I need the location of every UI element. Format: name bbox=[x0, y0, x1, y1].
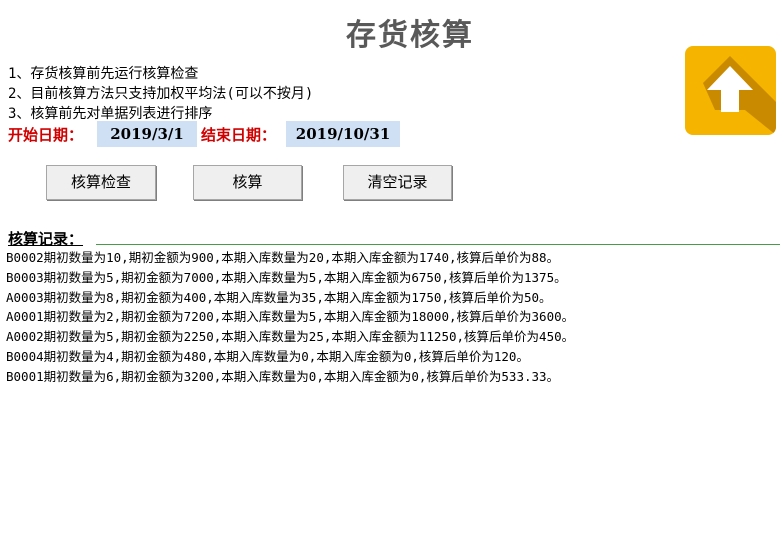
log-entry: A0003期初数量为8,期初金额为400,本期入库数量为35,本期入库金额为17… bbox=[6, 289, 552, 305]
end-date-field[interactable]: 2019/10/31 bbox=[286, 121, 401, 147]
log-entry: A0002期初数量为5,期初金额为2250,本期入库数量为25,本期入库金额为1… bbox=[6, 329, 575, 345]
log-divider bbox=[96, 244, 780, 245]
instructions: 1、存货核算前先运行核算检查 2、目前核算方法只支持加权平均法(可以不按月) 3… bbox=[8, 64, 313, 124]
run-button[interactable]: 核算 bbox=[193, 165, 302, 200]
check-button[interactable]: 核算检查 bbox=[46, 165, 156, 200]
log-entry: B0003期初数量为5,期初金额为7000,本期入库数量为5,本期入库金额为67… bbox=[6, 269, 567, 285]
clear-log-button[interactable]: 清空记录 bbox=[343, 165, 452, 200]
log-entry: B0002期初数量为10,期初金额为900,本期入库数量为20,本期入库金额为1… bbox=[6, 250, 560, 265]
start-date-label: 开始日期： bbox=[8, 125, 84, 144]
inventory-accounting-sheet: 存货核算 1、存货核算前先运行核算检查 2、目前核算方法只支持加权平均法(可以不… bbox=[0, 0, 780, 551]
log-entry: A0001期初数量为2,期初金额为7200,本期入库数量为5,本期入库金额为18… bbox=[6, 309, 575, 325]
arrow-up-icon bbox=[703, 56, 776, 135]
upload-button[interactable] bbox=[685, 46, 776, 135]
end-date-label: 结束日期： bbox=[201, 125, 277, 144]
start-date-field[interactable]: 2019/3/1 bbox=[97, 121, 198, 147]
instruction-1: 1、存货核算前先运行核算检查 bbox=[8, 66, 199, 82]
log-list: B0002期初数量为10,期初金额为900,本期入库数量为20,本期入库金额为1… bbox=[6, 248, 574, 387]
date-range: 开始日期： 2019/3/1 结束日期： 2019/10/31 bbox=[8, 121, 401, 147]
log-entry: B0004期初数量为4,期初金额为480,本期入库数量为0,本期入库金额为0,核… bbox=[6, 348, 529, 364]
log-entry: B0001期初数量为6,期初金额为3200,本期入库数量为0,本期入库金额为0,… bbox=[6, 368, 560, 384]
instruction-2: 2、目前核算方法只支持加权平均法(可以不按月) bbox=[8, 86, 314, 102]
log-title: 核算记录： bbox=[8, 230, 84, 248]
page-title: 存货核算 bbox=[346, 18, 474, 53]
